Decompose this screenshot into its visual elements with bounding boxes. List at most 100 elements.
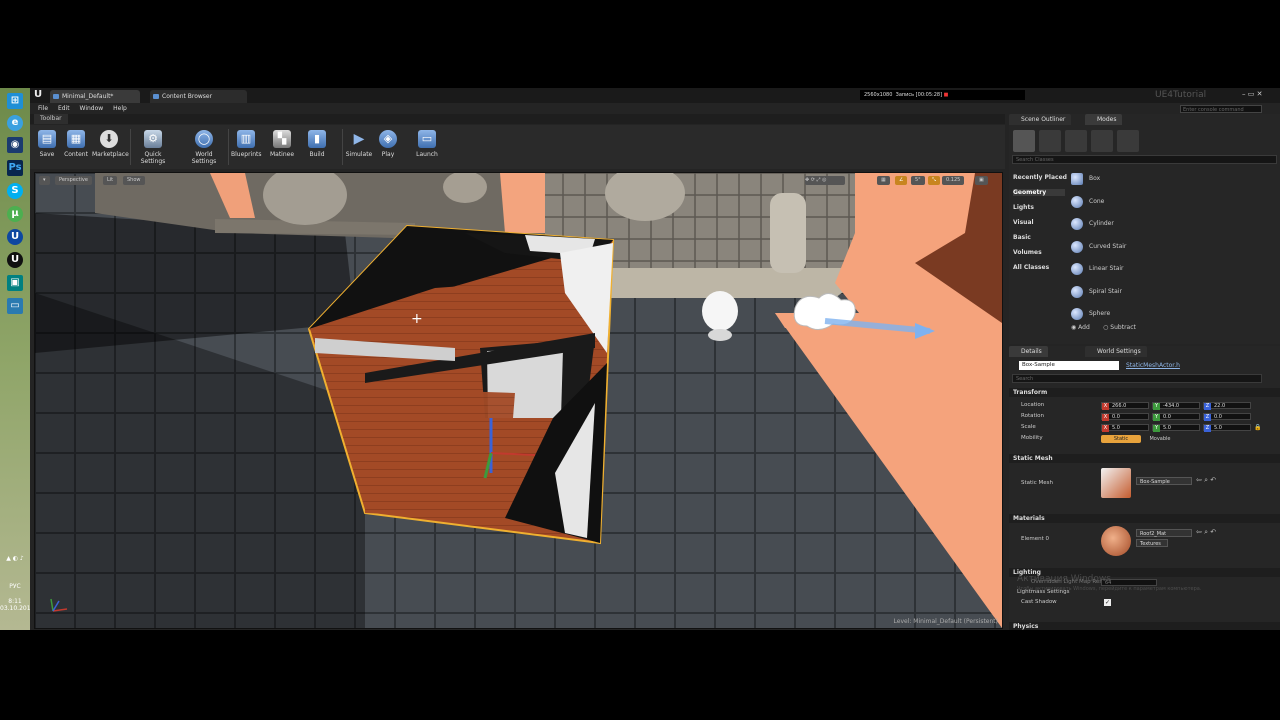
location-label[interactable]: Location: [1021, 402, 1044, 408]
rotation-label[interactable]: Rotation: [1021, 413, 1044, 419]
rotation-snap-value[interactable]: 5°: [911, 176, 925, 185]
materials-section[interactable]: Materials: [1009, 514, 1280, 523]
menu-window[interactable]: Window: [80, 105, 104, 112]
scale-z-field[interactable]: Z 5.0: [1203, 424, 1251, 432]
tray-lang[interactable]: РУС: [0, 583, 30, 590]
maximize-viewport-icon[interactable]: ▣: [975, 176, 988, 185]
mobility-static-button[interactable]: Static: [1101, 435, 1141, 443]
rotation-x-field[interactable]: X 0.0: [1101, 413, 1149, 421]
matinee-button[interactable]: ▚ Matinee: [268, 128, 296, 158]
place-item-curved-stair[interactable]: Curved Stair: [1071, 237, 1271, 257]
console-input[interactable]: Enter console command: [1180, 105, 1262, 113]
geometry-mode-icon[interactable]: [1117, 130, 1139, 152]
location-x-field[interactable]: X 266.0: [1101, 402, 1149, 410]
static-mesh-browse-icons[interactable]: ⇦ ⌕ ↶: [1196, 476, 1216, 485]
category-volumes[interactable]: Volumes: [1013, 249, 1042, 256]
discord-icon[interactable]: ◉: [7, 137, 23, 153]
place-item-sphere[interactable]: Sphere: [1071, 304, 1271, 324]
tab-scene-outliner[interactable]: Scene Outliner: [1009, 114, 1072, 125]
viewport-scene[interactable]: +: [35, 173, 1002, 628]
rotation-y-field[interactable]: Y 0.0: [1152, 413, 1200, 421]
location-y-field[interactable]: Y -434.0: [1152, 402, 1200, 410]
place-item-linear-stair[interactable]: Linear Stair: [1071, 259, 1271, 279]
search-classes-input[interactable]: Search Classes: [1012, 155, 1277, 164]
lit-button[interactable]: Lit: [103, 176, 118, 185]
menu-edit[interactable]: Edit: [58, 105, 70, 112]
unreal-launcher-icon[interactable]: U: [7, 229, 23, 245]
category-basic[interactable]: Basic: [1013, 234, 1031, 241]
blueprints-button[interactable]: ▥ Blueprints: [231, 128, 262, 158]
category-geometry[interactable]: Geometry: [1013, 189, 1065, 196]
subtract-radio[interactable]: ○ Subtract: [1103, 324, 1136, 331]
save-button[interactable]: ▤ Save: [36, 128, 58, 158]
physics-section[interactable]: Physics: [1009, 622, 1280, 630]
scale-snap-toggle[interactable]: ⤡: [928, 176, 941, 185]
launch-button[interactable]: ▭ Launch: [415, 128, 439, 158]
scale-y-field[interactable]: Y 5.0: [1152, 424, 1200, 432]
place-mode-icon[interactable]: [1013, 130, 1035, 152]
marketplace-button[interactable]: ⬇ Marketplace: [92, 128, 129, 158]
monitor-icon[interactable]: ▭: [7, 298, 23, 314]
tab-level[interactable]: Minimal_Default*: [50, 90, 140, 103]
app-icon[interactable]: ▣: [7, 275, 23, 291]
show-button[interactable]: Show: [123, 176, 145, 185]
viewport-options-button[interactable]: ▾: [39, 176, 50, 185]
place-item-box[interactable]: Box: [1071, 169, 1271, 189]
windows-start-icon[interactable]: ⊞: [7, 93, 23, 109]
material-browse-icons[interactable]: ⇦ ⌕ ↶: [1196, 528, 1216, 537]
menu-help[interactable]: Help: [113, 105, 127, 112]
category-visual[interactable]: Visual: [1013, 219, 1034, 226]
scale-x-field[interactable]: X 5.0: [1101, 424, 1149, 432]
transform-tools[interactable]: ✥ ⟳ ⤢ ◎: [805, 176, 845, 185]
place-item-cylinder[interactable]: Cylinder: [1071, 214, 1271, 234]
textures-combo[interactable]: Textures: [1136, 539, 1168, 547]
details-search-input[interactable]: Search: [1012, 374, 1262, 383]
level-viewport[interactable]: + ▾ Perspective Lit Show ✥ ⟳ ⤢ ◎ ▦ ∠ 5° …: [34, 172, 1003, 629]
tab-modes[interactable]: Modes: [1085, 114, 1123, 125]
category-all-classes[interactable]: All Classes: [1013, 264, 1049, 271]
play-button[interactable]: ◈ Play: [377, 128, 399, 158]
tab-content-browser[interactable]: Content Browser: [150, 90, 247, 103]
material-combo[interactable]: Roof2_Mat: [1136, 529, 1192, 537]
simulate-button[interactable]: ▶ Simulate: [345, 128, 373, 158]
foliage-mode-icon[interactable]: [1091, 130, 1113, 152]
place-item-cone[interactable]: Cone: [1071, 192, 1271, 212]
transform-section[interactable]: Transform: [1009, 388, 1280, 397]
landscape-mode-icon[interactable]: [1065, 130, 1087, 152]
mobility-movable-button[interactable]: Movable: [1143, 435, 1177, 443]
scale-snap-value[interactable]: 0.125: [942, 176, 965, 185]
unreal-editor-icon[interactable]: U: [7, 252, 23, 268]
paint-mode-icon[interactable]: [1039, 130, 1061, 152]
photoshop-icon[interactable]: Ps: [7, 160, 23, 176]
static-mesh-thumbnail[interactable]: [1101, 468, 1131, 498]
browser-icon[interactable]: e: [7, 115, 23, 131]
content-button[interactable]: ▦ Content: [62, 128, 90, 158]
static-mesh-combo[interactable]: Box-Sample: [1136, 477, 1192, 485]
perspective-button[interactable]: Perspective: [55, 176, 92, 185]
place-item-spiral-stair[interactable]: Spiral Stair: [1071, 282, 1271, 302]
world-settings-button[interactable]: ◯ World Settings: [184, 128, 224, 165]
actor-name-input[interactable]: Box-Sample: [1019, 361, 1119, 370]
skype-icon[interactable]: S: [7, 183, 23, 199]
add-radio[interactable]: ◉ Add: [1071, 324, 1090, 331]
category-recently-placed[interactable]: Recently Placed: [1013, 174, 1067, 181]
actor-class-link[interactable]: StaticMeshActor.h: [1126, 362, 1180, 369]
rotation-snap-toggle[interactable]: ∠: [895, 176, 908, 185]
grid-snap-icon[interactable]: ▦: [877, 176, 890, 185]
quick-settings-button[interactable]: ⚙ Quick Settings: [133, 128, 173, 165]
cast-shadow-checkbox[interactable]: ✓: [1104, 599, 1111, 606]
build-button[interactable]: ▮ Build: [306, 128, 328, 158]
rec-stop-icon[interactable]: ■: [944, 92, 949, 98]
window-controls[interactable]: – ▭ ✕: [1242, 90, 1262, 98]
tab-details[interactable]: Details: [1009, 346, 1048, 357]
scale-label[interactable]: Scale: [1021, 424, 1036, 430]
utorrent-icon[interactable]: µ: [7, 206, 23, 222]
material-thumbnail[interactable]: [1101, 526, 1131, 556]
tab-world-settings[interactable]: World Settings: [1085, 346, 1147, 357]
category-lights[interactable]: Lights: [1013, 204, 1034, 211]
rotation-z-field[interactable]: Z 0.0: [1203, 413, 1251, 421]
location-z-field[interactable]: Z 22.0: [1203, 402, 1251, 410]
lock-scale-icon[interactable]: 🔒: [1254, 424, 1261, 431]
static-mesh-section[interactable]: Static Mesh: [1009, 454, 1280, 463]
menu-file[interactable]: File: [38, 105, 48, 112]
